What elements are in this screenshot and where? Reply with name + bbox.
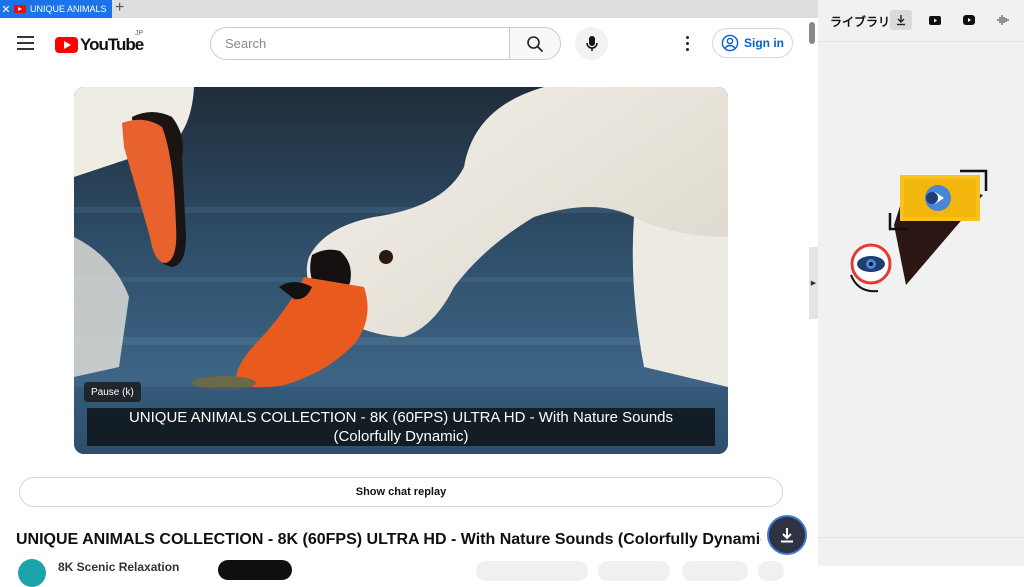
youtube-play-icon	[55, 37, 78, 53]
voice-search-button[interactable]	[575, 27, 608, 60]
download-icon	[897, 15, 905, 26]
search-button[interactable]	[509, 27, 561, 60]
side-panel-divider	[818, 537, 1024, 538]
youtube-icon	[929, 15, 941, 25]
download-icon	[781, 528, 793, 543]
subscribe-button[interactable]	[218, 560, 292, 580]
video-player[interactable]	[74, 87, 728, 454]
pause-tooltip: Pause (k)	[84, 382, 141, 402]
video-frame	[74, 87, 728, 454]
video-caption: UNIQUE ANIMALS COLLECTION - 8K (60FPS) U…	[87, 408, 715, 446]
side-panel-toolbar: ライブラリ	[818, 0, 1024, 42]
sign-in-label: Sign in	[744, 36, 784, 50]
audio-tab[interactable]	[992, 10, 1014, 30]
menu-icon[interactable]	[17, 36, 34, 50]
download-tab[interactable]	[890, 10, 912, 30]
account-icon	[721, 34, 739, 52]
caption-line-1: UNIQUE ANIMALS COLLECTION - 8K (60FPS) U…	[128, 409, 674, 426]
video-capture-illustration	[850, 169, 988, 293]
share-button[interactable]	[598, 561, 670, 581]
country-code: JP	[135, 30, 144, 37]
youtube-favicon-icon	[14, 5, 26, 13]
search-input[interactable]: Search	[210, 27, 510, 60]
side-panel: ライブラリ	[818, 0, 1024, 566]
panel-toggle-handle[interactable]: ▶	[809, 247, 818, 319]
scrollbar-thumb[interactable]	[809, 22, 815, 44]
like-dislike-button[interactable]	[476, 561, 588, 581]
video-icon	[963, 15, 975, 25]
new-tab-icon[interactable]: +	[115, 0, 124, 17]
library-label: ライブラリ	[830, 15, 891, 29]
close-tab-icon[interactable]: ✕	[0, 3, 12, 16]
tab-title: UNIQUE ANIMALS	[30, 4, 107, 14]
channel-avatar[interactable]	[18, 559, 46, 587]
sign-in-button[interactable]: Sign in	[712, 28, 793, 58]
microphone-icon	[585, 35, 598, 51]
audio-wave-icon	[997, 15, 1009, 25]
download-fab-button[interactable]	[767, 515, 807, 555]
download-button[interactable]	[682, 561, 748, 581]
video-title: UNIQUE ANIMALS COLLECTION - 8K (60FPS) U…	[16, 531, 761, 548]
youtube-tab[interactable]	[924, 10, 946, 30]
more-actions-button[interactable]	[758, 561, 784, 581]
masthead: YouTube JP Search Sign in	[0, 18, 818, 70]
show-chat-replay-button[interactable]: Show chat replay	[19, 477, 783, 507]
browser-tab[interactable]: ✕ UNIQUE ANIMALS	[0, 0, 112, 18]
logo-text: YouTube	[80, 35, 144, 54]
channel-name[interactable]: 8K Scenic Relaxation	[58, 560, 179, 574]
browser-tab-strip: ✕ UNIQUE ANIMALS +	[0, 0, 818, 18]
search-icon	[527, 35, 543, 52]
settings-menu-icon[interactable]	[680, 32, 694, 54]
caption-line-2: (Colorfully Dynamic)	[333, 428, 469, 445]
youtube-logo[interactable]: YouTube JP	[55, 30, 144, 55]
search-placeholder: Search	[225, 36, 267, 51]
video-tab[interactable]	[958, 10, 980, 30]
